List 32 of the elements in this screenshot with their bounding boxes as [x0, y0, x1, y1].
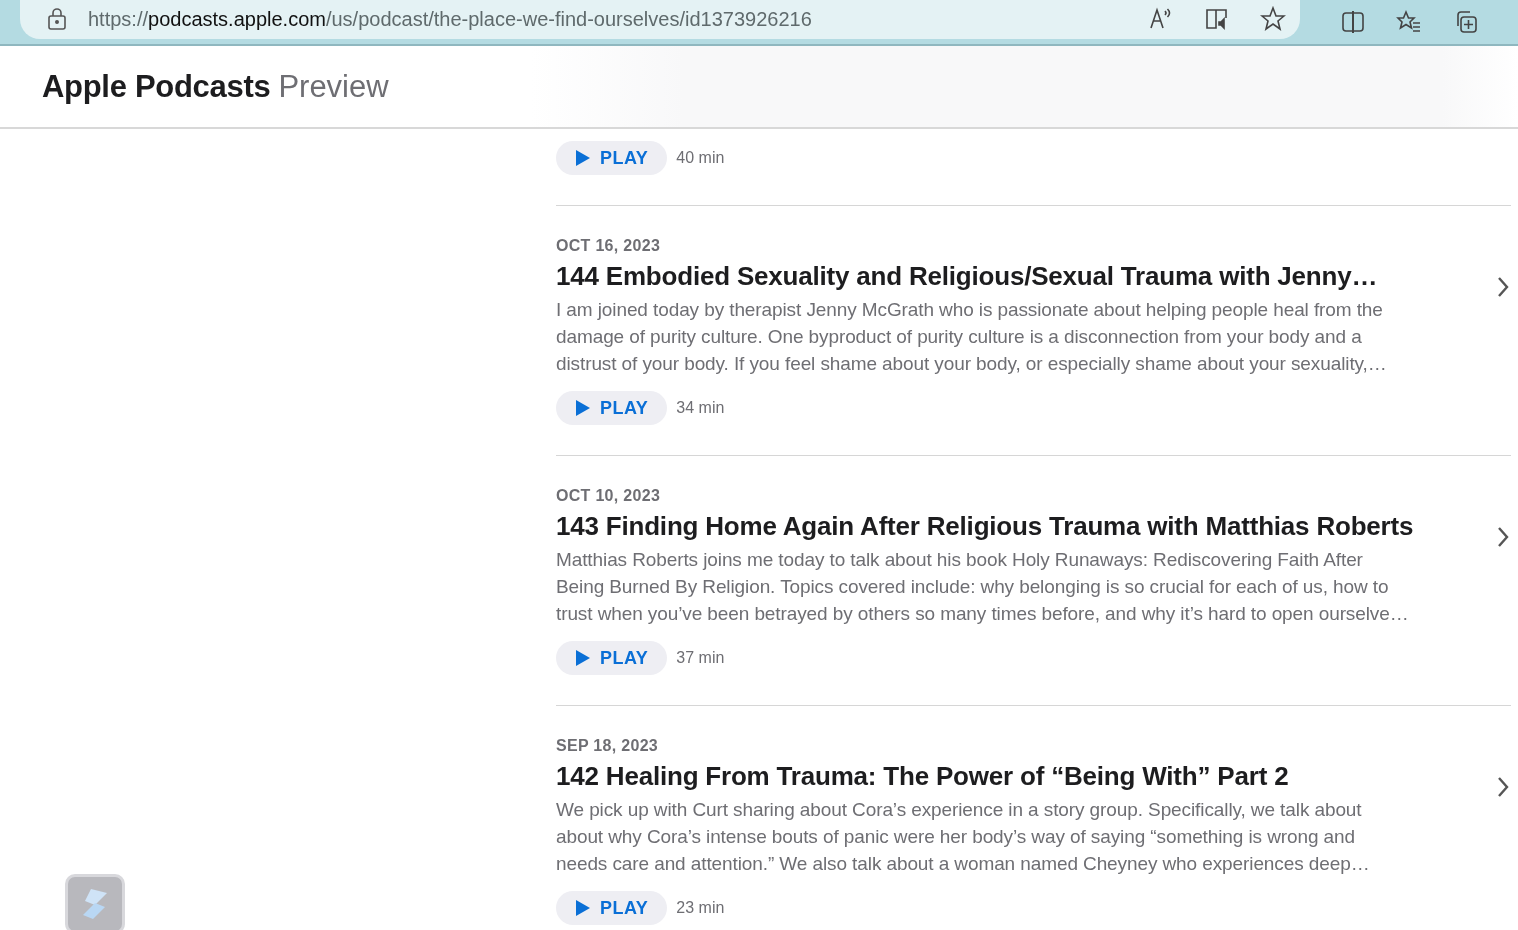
star-icon[interactable] — [1260, 6, 1286, 32]
favorites-icon[interactable] — [1396, 9, 1422, 35]
chevron-right-icon[interactable] — [1495, 775, 1511, 799]
play-button[interactable]: PLAY — [556, 391, 668, 425]
app-logo-icon — [81, 887, 109, 921]
episode-duration: 37 min — [676, 649, 725, 667]
play-icon — [576, 900, 590, 916]
book-speaker-icon[interactable] — [1204, 6, 1230, 32]
play-icon — [576, 650, 590, 666]
play-icon — [576, 400, 590, 416]
episode-title[interactable]: 144 Embodied Sexuality and Religious/Sexual Trauma with Jenny… — [556, 261, 1495, 292]
chevron-right-icon[interactable] — [1495, 275, 1511, 299]
episode-description: I am joined today by therapist Jenny McGrath who is passionate about helping people heal from the damage of purity culture. One byproduct of purity culture is a disconnection from your body and a distrust of your body. If you feel shame about your body, or especially shame about your sexuality,… — [556, 298, 1388, 376]
site-subtitle: Preview — [278, 68, 389, 105]
chevron-right-icon[interactable] — [1495, 525, 1511, 549]
play-button[interactable]: PLAY — [556, 891, 668, 925]
episode-date: SEP 18, 2023 — [556, 737, 660, 755]
episode-duration: 23 min — [676, 899, 725, 917]
lock-icon — [48, 8, 66, 30]
play-button[interactable]: PLAY — [556, 141, 668, 175]
episode-description: Matthias Roberts joins me today to talk about his book Holy Runaways: Rediscovering Faith After Being Burned By Religion. Topics covered include: why belonging is so crucial for each of us, how to trust when you’ve been betrayed by others so many times before, and why it’s hard to open ourselve… — [556, 548, 1410, 626]
episode-description: We pick up with Curt sharing about Cora’s experience in a story group. Specifically, we talk about about why Cora’s intense bouts of panic were her body’s way of saying “something is wrong and needs care and attention.” We also talk about a woman named Cheyney who experiences deep… — [556, 798, 1371, 876]
episode-title[interactable]: 142 Healing From Trauma: The Power of “Being With” Part 2 — [556, 761, 1495, 792]
play-button[interactable]: PLAY — [556, 641, 668, 675]
episode-duration: 40 min — [676, 149, 725, 167]
play-icon — [576, 150, 590, 166]
site-title[interactable]: Apple Podcasts — [42, 68, 271, 105]
episode-duration: 34 min — [676, 399, 725, 417]
episode-title[interactable]: 143 Finding Home Again After Religious Trauma with Matthias Roberts — [556, 511, 1495, 542]
episode-date: OCT 16, 2023 — [556, 237, 662, 255]
split-screen-icon[interactable] — [1340, 9, 1366, 35]
episode-date: OCT 10, 2023 — [556, 487, 662, 505]
